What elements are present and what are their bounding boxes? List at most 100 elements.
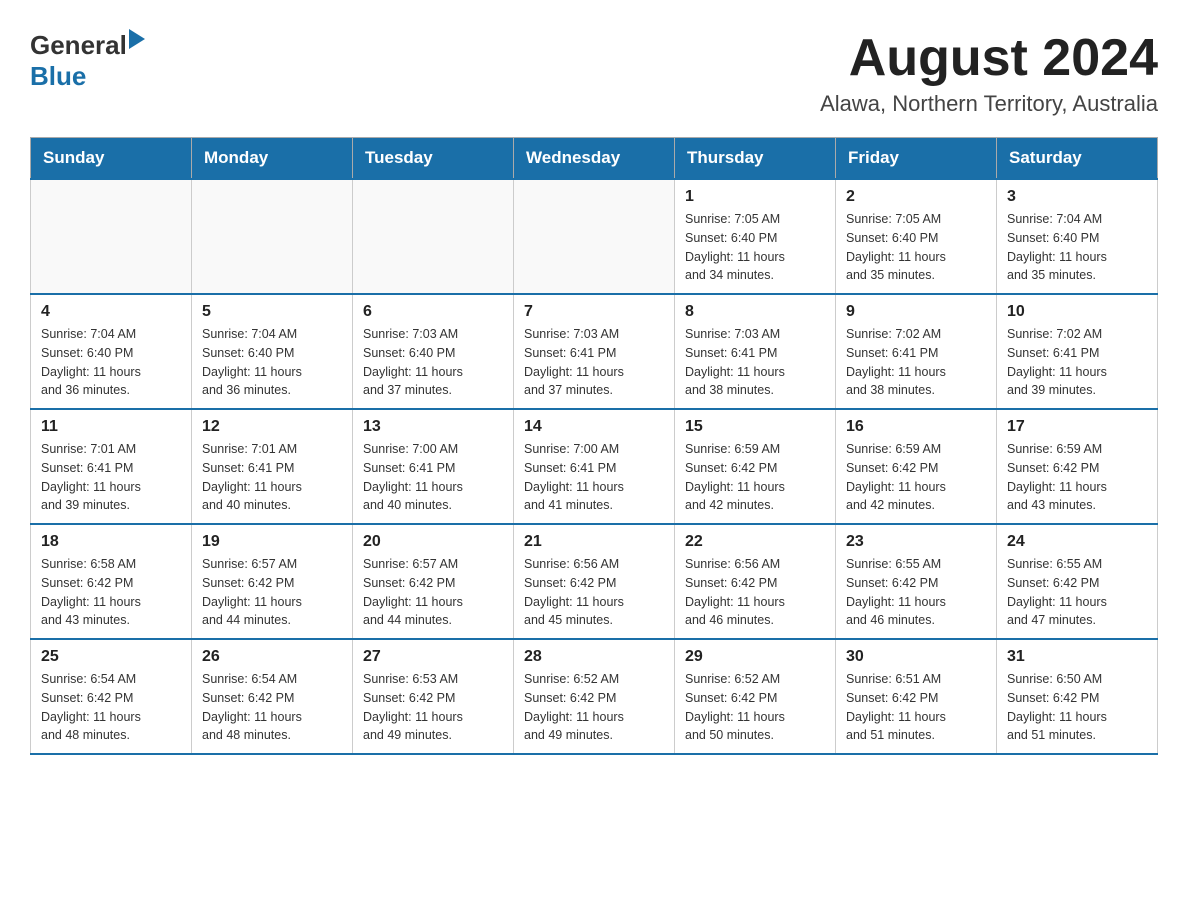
weekday-header-wednesday: Wednesday bbox=[514, 138, 675, 180]
calendar-cell: 15Sunrise: 6:59 AM Sunset: 6:42 PM Dayli… bbox=[675, 409, 836, 524]
day-info: Sunrise: 6:57 AM Sunset: 6:42 PM Dayligh… bbox=[363, 555, 503, 630]
calendar-cell: 3 Sunrise: 7:04 AM Sunset: 6:40 PM Daylig… bbox=[997, 179, 1158, 294]
day-info: Sunrise: 7:00 AM Sunset: 6:41 PM Dayligh… bbox=[363, 440, 503, 515]
page-header: General Blue August 2024 Alawa, Northern… bbox=[30, 30, 1158, 117]
day-info: Sunrise: 7:02 AM Sunset: 6:41 PM Dayligh… bbox=[1007, 325, 1147, 400]
day-number: 28 bbox=[524, 648, 664, 666]
logo-general-text: General bbox=[30, 30, 127, 61]
day-number: 18 bbox=[41, 533, 181, 551]
day-info: Sunrise: 6:56 AM Sunset: 6:42 PM Dayligh… bbox=[524, 555, 664, 630]
logo: General Blue bbox=[30, 30, 145, 92]
calendar-cell bbox=[192, 179, 353, 294]
calendar-cell: 30 Sunrise: 6:51 AM Sunset: 6:42 PM Dayli… bbox=[836, 639, 997, 754]
day-info: Sunrise: 6:57 AM Sunset: 6:42 PM Dayligh… bbox=[202, 555, 342, 630]
day-number: 10 bbox=[1007, 303, 1147, 321]
calendar-cell: 22 Sunrise: 6:56 AM Sunset: 6:42 PM Dayli… bbox=[675, 524, 836, 639]
day-number: 16 bbox=[846, 418, 986, 436]
day-number: 13 bbox=[363, 418, 503, 436]
day-info: Sunrise: 6:52 AM Sunset: 6:42 PM Dayligh… bbox=[524, 670, 664, 745]
day-info: Sunrise: 7:03 AM Sunset: 6:41 PM Dayligh… bbox=[685, 325, 825, 400]
calendar-cell: 10 Sunrise: 7:02 AM Sunset: 6:41 PM Dayli… bbox=[997, 294, 1158, 409]
day-number: 3 bbox=[1007, 188, 1147, 206]
calendar-week-row: 4 Sunrise: 7:04 AM Sunset: 6:40 PM Daylig… bbox=[31, 294, 1158, 409]
calendar-cell bbox=[353, 179, 514, 294]
day-info: Sunrise: 7:04 AM Sunset: 6:40 PM Dayligh… bbox=[41, 325, 181, 400]
weekday-header-thursday: Thursday bbox=[675, 138, 836, 180]
calendar-cell: 11Sunrise: 7:01 AM Sunset: 6:41 PM Dayli… bbox=[31, 409, 192, 524]
day-number: 25 bbox=[41, 648, 181, 666]
day-info: Sunrise: 6:52 AM Sunset: 6:42 PM Dayligh… bbox=[685, 670, 825, 745]
calendar-cell: 25 Sunrise: 6:54 AM Sunset: 6:42 PM Dayli… bbox=[31, 639, 192, 754]
calendar-cell: 29 Sunrise: 6:52 AM Sunset: 6:42 PM Dayli… bbox=[675, 639, 836, 754]
day-info: Sunrise: 6:54 AM Sunset: 6:42 PM Dayligh… bbox=[41, 670, 181, 745]
calendar-table: SundayMondayTuesdayWednesdayThursdayFrid… bbox=[30, 137, 1158, 755]
calendar-cell: 19 Sunrise: 6:57 AM Sunset: 6:42 PM Dayli… bbox=[192, 524, 353, 639]
logo-arrow-icon bbox=[129, 29, 145, 49]
day-info: Sunrise: 7:05 AM Sunset: 6:40 PM Dayligh… bbox=[685, 210, 825, 285]
weekday-header-sunday: Sunday bbox=[31, 138, 192, 180]
weekday-header-monday: Monday bbox=[192, 138, 353, 180]
weekday-header-tuesday: Tuesday bbox=[353, 138, 514, 180]
day-number: 4 bbox=[41, 303, 181, 321]
day-info: Sunrise: 6:59 AM Sunset: 6:42 PM Dayligh… bbox=[846, 440, 986, 515]
day-number: 19 bbox=[202, 533, 342, 551]
day-number: 30 bbox=[846, 648, 986, 666]
day-info: Sunrise: 6:55 AM Sunset: 6:42 PM Dayligh… bbox=[846, 555, 986, 630]
day-info: Sunrise: 7:03 AM Sunset: 6:40 PM Dayligh… bbox=[363, 325, 503, 400]
calendar-cell: 13 Sunrise: 7:00 AM Sunset: 6:41 PM Dayli… bbox=[353, 409, 514, 524]
day-number: 1 bbox=[685, 188, 825, 206]
day-info: Sunrise: 7:01 AM Sunset: 6:41 PM Dayligh… bbox=[41, 440, 181, 515]
logo-blue-text: Blue bbox=[30, 61, 86, 92]
calendar-cell: 6 Sunrise: 7:03 AM Sunset: 6:40 PM Daylig… bbox=[353, 294, 514, 409]
day-info: Sunrise: 7:02 AM Sunset: 6:41 PM Dayligh… bbox=[846, 325, 986, 400]
day-number: 9 bbox=[846, 303, 986, 321]
calendar-cell: 23 Sunrise: 6:55 AM Sunset: 6:42 PM Dayli… bbox=[836, 524, 997, 639]
calendar-cell: 5 Sunrise: 7:04 AM Sunset: 6:40 PM Daylig… bbox=[192, 294, 353, 409]
title-section: August 2024 Alawa, Northern Territory, A… bbox=[820, 30, 1158, 117]
day-info: Sunrise: 7:05 AM Sunset: 6:40 PM Dayligh… bbox=[846, 210, 986, 285]
weekday-header-friday: Friday bbox=[836, 138, 997, 180]
day-info: Sunrise: 7:01 AM Sunset: 6:41 PM Dayligh… bbox=[202, 440, 342, 515]
day-number: 23 bbox=[846, 533, 986, 551]
calendar-cell: 21 Sunrise: 6:56 AM Sunset: 6:42 PM Dayli… bbox=[514, 524, 675, 639]
day-info: Sunrise: 6:56 AM Sunset: 6:42 PM Dayligh… bbox=[685, 555, 825, 630]
calendar-week-row: 18 Sunrise: 6:58 AM Sunset: 6:42 PM Dayli… bbox=[31, 524, 1158, 639]
calendar-cell: 4 Sunrise: 7:04 AM Sunset: 6:40 PM Daylig… bbox=[31, 294, 192, 409]
day-number: 6 bbox=[363, 303, 503, 321]
day-number: 14 bbox=[524, 418, 664, 436]
day-info: Sunrise: 7:00 AM Sunset: 6:41 PM Dayligh… bbox=[524, 440, 664, 515]
day-info: Sunrise: 7:04 AM Sunset: 6:40 PM Dayligh… bbox=[1007, 210, 1147, 285]
calendar-week-row: 25 Sunrise: 6:54 AM Sunset: 6:42 PM Dayli… bbox=[31, 639, 1158, 754]
calendar-cell: 8 Sunrise: 7:03 AM Sunset: 6:41 PM Daylig… bbox=[675, 294, 836, 409]
day-number: 24 bbox=[1007, 533, 1147, 551]
day-number: 12 bbox=[202, 418, 342, 436]
day-info: Sunrise: 7:03 AM Sunset: 6:41 PM Dayligh… bbox=[524, 325, 664, 400]
day-number: 22 bbox=[685, 533, 825, 551]
day-info: Sunrise: 6:51 AM Sunset: 6:42 PM Dayligh… bbox=[846, 670, 986, 745]
month-title: August 2024 bbox=[820, 30, 1158, 87]
location-title: Alawa, Northern Territory, Australia bbox=[820, 91, 1158, 117]
calendar-cell: 18 Sunrise: 6:58 AM Sunset: 6:42 PM Dayli… bbox=[31, 524, 192, 639]
calendar-cell: 28 Sunrise: 6:52 AM Sunset: 6:42 PM Dayli… bbox=[514, 639, 675, 754]
calendar-cell: 1 Sunrise: 7:05 AM Sunset: 6:40 PM Daylig… bbox=[675, 179, 836, 294]
calendar-week-row: 11Sunrise: 7:01 AM Sunset: 6:41 PM Dayli… bbox=[31, 409, 1158, 524]
calendar-cell: 12 Sunrise: 7:01 AM Sunset: 6:41 PM Dayli… bbox=[192, 409, 353, 524]
day-info: Sunrise: 6:58 AM Sunset: 6:42 PM Dayligh… bbox=[41, 555, 181, 630]
calendar-cell: 24Sunrise: 6:55 AM Sunset: 6:42 PM Dayli… bbox=[997, 524, 1158, 639]
calendar-cell: 2 Sunrise: 7:05 AM Sunset: 6:40 PM Daylig… bbox=[836, 179, 997, 294]
calendar-cell bbox=[514, 179, 675, 294]
day-number: 8 bbox=[685, 303, 825, 321]
calendar-cell: 7Sunrise: 7:03 AM Sunset: 6:41 PM Daylig… bbox=[514, 294, 675, 409]
calendar-cell: 16 Sunrise: 6:59 AM Sunset: 6:42 PM Dayli… bbox=[836, 409, 997, 524]
day-number: 15 bbox=[685, 418, 825, 436]
day-number: 5 bbox=[202, 303, 342, 321]
day-info: Sunrise: 7:04 AM Sunset: 6:40 PM Dayligh… bbox=[202, 325, 342, 400]
day-number: 29 bbox=[685, 648, 825, 666]
day-number: 21 bbox=[524, 533, 664, 551]
day-number: 26 bbox=[202, 648, 342, 666]
day-number: 2 bbox=[846, 188, 986, 206]
day-number: 31 bbox=[1007, 648, 1147, 666]
day-info: Sunrise: 6:54 AM Sunset: 6:42 PM Dayligh… bbox=[202, 670, 342, 745]
weekday-header-saturday: Saturday bbox=[997, 138, 1158, 180]
calendar-week-row: 1 Sunrise: 7:05 AM Sunset: 6:40 PM Daylig… bbox=[31, 179, 1158, 294]
